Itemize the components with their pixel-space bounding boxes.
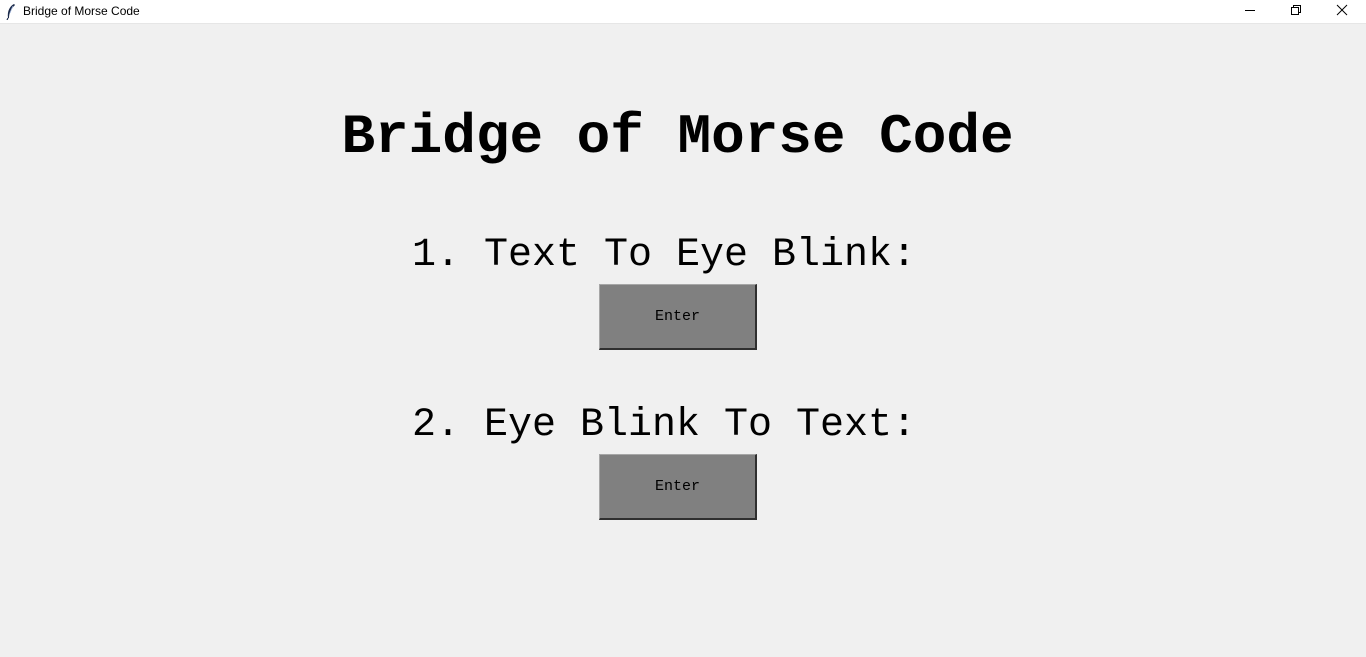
page-title: Bridge of Morse Code xyxy=(341,105,1014,169)
text-to-eye-blink-label: 1. Text To Eye Blink: xyxy=(411,233,917,278)
restore-button[interactable] xyxy=(1273,0,1319,23)
minimize-button[interactable] xyxy=(1227,0,1273,23)
app-window: Bridge of Morse Code Bridge of Morse Cod… xyxy=(0,0,1366,657)
feather-icon xyxy=(4,3,18,21)
eye-blink-to-text-enter-button[interactable]: Enter xyxy=(599,454,757,520)
window-title: Bridge of Morse Code xyxy=(23,4,140,18)
text-to-eye-blink-enter-button[interactable]: Enter xyxy=(599,284,757,350)
title-bar: Bridge of Morse Code xyxy=(0,0,1366,24)
eye-blink-to-text-label: 2. Eye Blink To Text: xyxy=(411,403,917,448)
close-button[interactable] xyxy=(1319,0,1365,23)
close-icon xyxy=(1336,3,1348,21)
minimize-icon xyxy=(1244,3,1256,21)
restore-icon xyxy=(1290,3,1302,21)
